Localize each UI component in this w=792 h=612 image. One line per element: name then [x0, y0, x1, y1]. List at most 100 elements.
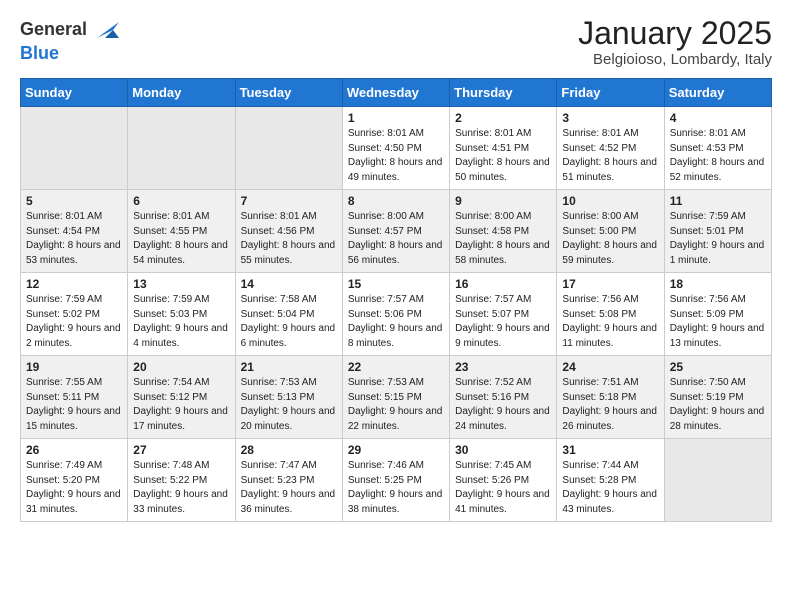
header-tuesday: Tuesday — [235, 79, 342, 107]
day-info: Sunrise: 7:57 AM Sunset: 5:07 PM Dayligh… — [455, 293, 551, 351]
calendar-table: Sunday Monday Tuesday Wednesday Thursday… — [20, 78, 772, 522]
day-info: Sunrise: 7:56 AM Sunset: 5:08 PM Dayligh… — [562, 293, 658, 351]
day-info: Sunrise: 7:59 AM Sunset: 5:02 PM Dayligh… — [26, 293, 122, 351]
logo-general-text: General — [20, 20, 87, 40]
calendar-title: January 2025 — [578, 16, 772, 51]
day-info: Sunrise: 8:01 AM Sunset: 4:53 PM Dayligh… — [670, 127, 766, 185]
calendar-cell: 9 Sunrise: 8:00 AM Sunset: 4:58 PM Daylig… — [450, 190, 557, 273]
day-number: 22 — [348, 360, 444, 374]
calendar-cell: 19Sunrise: 7:55 AM Sunset: 5:11 PM Dayli… — [21, 356, 128, 439]
day-number: 8 — [348, 194, 444, 208]
day-number: 18 — [670, 277, 766, 291]
calendar-cell: 5 Sunrise: 8:01 AM Sunset: 4:54 PM Daylig… — [21, 190, 128, 273]
day-number: 4 — [670, 111, 766, 125]
day-info: Sunrise: 7:49 AM Sunset: 5:20 PM Dayligh… — [26, 459, 122, 517]
day-number: 13 — [133, 277, 229, 291]
calendar-cell: 22 Sunrise: 7:53 AM Sunset: 5:15 PM Dayli… — [342, 356, 449, 439]
calendar-cell: 18Sunrise: 7:56 AM Sunset: 5:09 PM Dayli… — [664, 273, 771, 356]
calendar-cell: 31Sunrise: 7:44 AM Sunset: 5:28 PM Dayli… — [557, 439, 664, 522]
day-number: 16 — [455, 277, 551, 291]
day-info: Sunrise: 8:00 AM Sunset: 5:00 PM Dayligh… — [562, 210, 658, 268]
day-number: 11 — [670, 194, 766, 208]
day-number: 29 — [348, 443, 444, 457]
calendar-cell: 13 Sunrise: 7:59 AM Sunset: 5:03 PM Dayli… — [128, 273, 235, 356]
calendar-cell: 26 Sunrise: 7:49 AM Sunset: 5:20 PM Dayli… — [21, 439, 128, 522]
day-info: Sunrise: 7:57 AM Sunset: 5:06 PM Dayligh… — [348, 293, 444, 351]
day-number: 6 — [133, 194, 229, 208]
day-info: Sunrise: 8:01 AM Sunset: 4:52 PM Dayligh… — [562, 127, 658, 185]
header-saturday: Saturday — [664, 79, 771, 107]
day-number: 14 — [241, 277, 337, 291]
calendar-cell: 27 Sunrise: 7:48 AM Sunset: 5:22 PM Dayli… — [128, 439, 235, 522]
calendar-cell: 24Sunrise: 7:51 AM Sunset: 5:18 PM Dayli… — [557, 356, 664, 439]
calendar-week-row: 26 Sunrise: 7:49 AM Sunset: 5:20 PM Dayli… — [21, 439, 772, 522]
header-monday: Monday — [128, 79, 235, 107]
day-info: Sunrise: 8:01 AM Sunset: 4:55 PM Dayligh… — [133, 210, 229, 268]
day-info: Sunrise: 7:59 AM Sunset: 5:01 PM Dayligh… — [670, 210, 766, 268]
day-number: 10 — [562, 194, 658, 208]
calendar-cell: 14 Sunrise: 7:58 AM Sunset: 5:04 PM Dayli… — [235, 273, 342, 356]
day-info: Sunrise: 8:01 AM Sunset: 4:50 PM Dayligh… — [348, 127, 444, 185]
calendar-cell: 20Sunrise: 7:54 AM Sunset: 5:12 PM Dayli… — [128, 356, 235, 439]
calendar-cell: 15 Sunrise: 7:57 AM Sunset: 5:06 PM Dayli… — [342, 273, 449, 356]
day-number: 17 — [562, 277, 658, 291]
day-number: 15 — [348, 277, 444, 291]
calendar-cell: 2 Sunrise: 8:01 AM Sunset: 4:51 PM Daylig… — [450, 107, 557, 190]
calendar-cell: 29 Sunrise: 7:46 AM Sunset: 5:25 PM Dayli… — [342, 439, 449, 522]
calendar-cell: 11 Sunrise: 7:59 AM Sunset: 5:01 PM Dayli… — [664, 190, 771, 273]
day-info: Sunrise: 7:53 AM Sunset: 5:15 PM Dayligh… — [348, 376, 444, 434]
calendar-cell — [664, 439, 771, 522]
day-number: 26 — [26, 443, 122, 457]
calendar-cell: 17 Sunrise: 7:56 AM Sunset: 5:08 PM Dayli… — [557, 273, 664, 356]
day-number: 12 — [26, 277, 122, 291]
calendar-week-row: 12 Sunrise: 7:59 AM Sunset: 5:02 PM Dayli… — [21, 273, 772, 356]
header-thursday: Thursday — [450, 79, 557, 107]
day-number: 30 — [455, 443, 551, 457]
page: General Blue January 2025 Belgioioso, Lo… — [0, 0, 792, 612]
calendar-subtitle: Belgioioso, Lombardy, Italy — [578, 51, 772, 68]
day-info: Sunrise: 7:52 AM Sunset: 5:16 PM Dayligh… — [455, 376, 551, 434]
calendar-cell: 7 Sunrise: 8:01 AM Sunset: 4:56 PM Daylig… — [235, 190, 342, 273]
calendar-cell: 1 Sunrise: 8:01 AM Sunset: 4:50 PM Daylig… — [342, 107, 449, 190]
calendar-cell: 4 Sunrise: 8:01 AM Sunset: 4:53 PM Daylig… — [664, 107, 771, 190]
day-number: 9 — [455, 194, 551, 208]
day-number: 21 — [241, 360, 337, 374]
calendar-cell: 12 Sunrise: 7:59 AM Sunset: 5:02 PM Dayli… — [21, 273, 128, 356]
day-number: 5 — [26, 194, 122, 208]
day-info: Sunrise: 7:46 AM Sunset: 5:25 PM Dayligh… — [348, 459, 444, 517]
calendar-cell: 8Sunrise: 8:00 AM Sunset: 4:57 PM Daylig… — [342, 190, 449, 273]
day-number: 28 — [241, 443, 337, 457]
logo-icon — [91, 16, 119, 44]
logo-blue-text: Blue — [20, 43, 59, 63]
logo: General Blue — [20, 16, 119, 64]
calendar-week-row: 1 Sunrise: 8:01 AM Sunset: 4:50 PM Daylig… — [21, 107, 772, 190]
day-info: Sunrise: 7:58 AM Sunset: 5:04 PM Dayligh… — [241, 293, 337, 351]
day-info: Sunrise: 8:01 AM Sunset: 4:56 PM Dayligh… — [241, 210, 337, 268]
day-info: Sunrise: 7:54 AM Sunset: 5:12 PM Dayligh… — [133, 376, 229, 434]
calendar-cell — [128, 107, 235, 190]
calendar-cell: 16 Sunrise: 7:57 AM Sunset: 5:07 PM Dayli… — [450, 273, 557, 356]
calendar-cell: 25Sunrise: 7:50 AM Sunset: 5:19 PM Dayli… — [664, 356, 771, 439]
day-number: 31 — [562, 443, 658, 457]
calendar-cell: 3 Sunrise: 8:01 AM Sunset: 4:52 PM Daylig… — [557, 107, 664, 190]
calendar-week-row: 19Sunrise: 7:55 AM Sunset: 5:11 PM Dayli… — [21, 356, 772, 439]
day-number: 3 — [562, 111, 658, 125]
day-info: Sunrise: 7:59 AM Sunset: 5:03 PM Dayligh… — [133, 293, 229, 351]
day-number: 1 — [348, 111, 444, 125]
calendar-cell: 6 Sunrise: 8:01 AM Sunset: 4:55 PM Daylig… — [128, 190, 235, 273]
day-info: Sunrise: 8:00 AM Sunset: 4:58 PM Dayligh… — [455, 210, 551, 268]
day-number: 2 — [455, 111, 551, 125]
weekday-header-row: Sunday Monday Tuesday Wednesday Thursday… — [21, 79, 772, 107]
day-info: Sunrise: 8:01 AM Sunset: 4:51 PM Dayligh… — [455, 127, 551, 185]
day-number: 27 — [133, 443, 229, 457]
day-number: 7 — [241, 194, 337, 208]
day-number: 23 — [455, 360, 551, 374]
calendar-cell: 30Sunrise: 7:45 AM Sunset: 5:26 PM Dayli… — [450, 439, 557, 522]
calendar-week-row: 5 Sunrise: 8:01 AM Sunset: 4:54 PM Daylig… — [21, 190, 772, 273]
day-info: Sunrise: 8:01 AM Sunset: 4:54 PM Dayligh… — [26, 210, 122, 268]
title-block: January 2025 Belgioioso, Lombardy, Italy — [578, 16, 772, 68]
day-info: Sunrise: 7:48 AM Sunset: 5:22 PM Dayligh… — [133, 459, 229, 517]
calendar-cell: 10 Sunrise: 8:00 AM Sunset: 5:00 PM Dayli… — [557, 190, 664, 273]
calendar-cell: 23 Sunrise: 7:52 AM Sunset: 5:16 PM Dayli… — [450, 356, 557, 439]
calendar-cell — [21, 107, 128, 190]
